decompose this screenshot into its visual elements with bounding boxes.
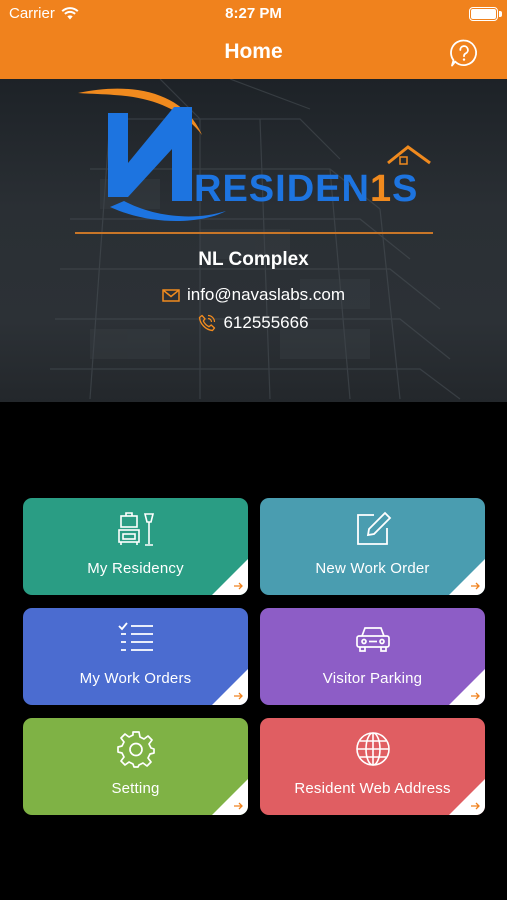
residents-logo: RESIDEN 1 S [78, 88, 431, 221]
phone-text: 612555666 [223, 313, 309, 332]
tile-new-work-order[interactable]: New Work Order [260, 498, 485, 595]
arrow-right-icon [212, 669, 248, 705]
svg-text:1: 1 [370, 168, 391, 210]
page-title: Home [224, 40, 283, 63]
globe-icon [355, 732, 390, 766]
arrow-right-icon [449, 779, 485, 815]
tile-my-work-orders[interactable]: My Work Orders [23, 608, 248, 705]
contact-email[interactable]: info@navaslabs.com [0, 285, 507, 305]
email-text: info@navaslabs.com [186, 285, 346, 304]
tile-setting[interactable]: Setting [23, 718, 248, 815]
status-bar: Carrier 8:27 PM [0, 0, 507, 28]
battery-icon [469, 7, 502, 21]
tile-my-residency[interactable]: My Residency [23, 498, 248, 595]
header-banner: RESIDEN 1 S NL Complex info@navaslabs.co… [0, 79, 507, 402]
furniture-icon [117, 512, 154, 546]
svg-text:S: S [392, 168, 417, 210]
arrow-right-icon [449, 669, 485, 705]
banner-divider [75, 232, 433, 234]
car-icon [355, 627, 390, 652]
checklist-icon [117, 622, 153, 651]
mail-icon [162, 288, 180, 302]
arrow-right-icon [212, 559, 248, 595]
help-icon[interactable] [449, 38, 479, 68]
top-bar: Carrier 8:27 PM Home [0, 0, 507, 79]
phone-icon [199, 314, 216, 332]
arrow-right-icon [212, 779, 248, 815]
gear-icon [116, 731, 155, 768]
tile-resident-web-address[interactable]: Resident Web Address [260, 718, 485, 815]
complex-name: NL Complex [198, 249, 309, 270]
edit-icon [356, 511, 391, 545]
svg-text:RESIDEN: RESIDEN [194, 168, 370, 210]
arrow-right-icon [449, 559, 485, 595]
contact-phone[interactable]: 612555666 [0, 313, 507, 333]
tile-visitor-parking[interactable]: Visitor Parking [260, 608, 485, 705]
status-time: 8:27 PM [225, 5, 282, 22]
